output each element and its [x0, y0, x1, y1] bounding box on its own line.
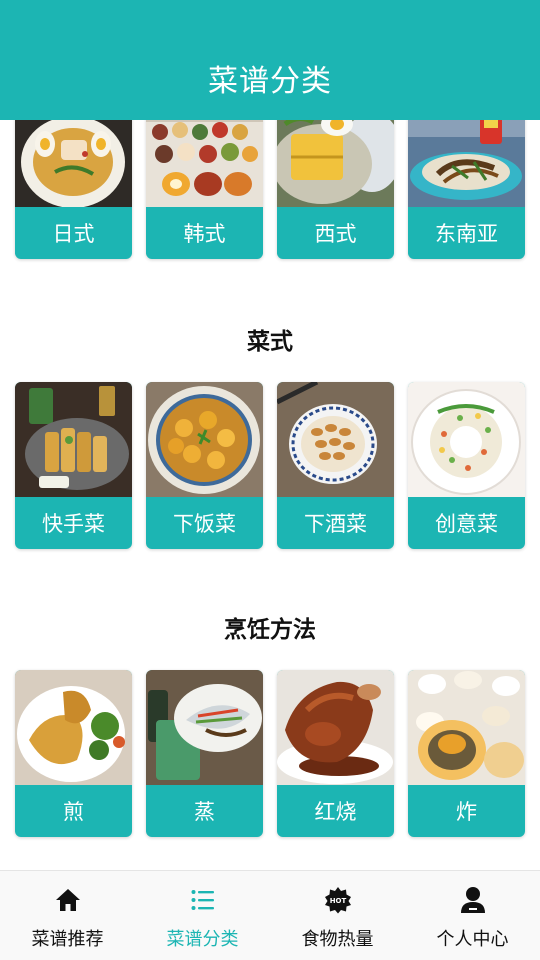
home-icon: [53, 885, 83, 915]
category-card-label: 下饭菜: [173, 512, 236, 536]
category-card-label: 韩式: [183, 222, 226, 246]
category-card-label: 蒸: [194, 800, 215, 824]
quick-dish-photo: [15, 382, 132, 497]
tab-label: 菜谱分类: [166, 929, 239, 950]
category-card-rice-dish[interactable]: 下饭菜: [146, 382, 263, 549]
tab-recipe-recommend[interactable]: 菜谱推荐: [0, 871, 135, 960]
category-card-label: 炸: [456, 800, 477, 824]
tab-label: 食物热量: [301, 929, 374, 950]
creative-dish-photo: [408, 382, 525, 497]
svg-text:HOT: HOT: [329, 897, 346, 905]
category-card-deep-fried[interactable]: 炸: [408, 670, 525, 837]
tab-recipe-category[interactable]: 菜谱分类: [135, 871, 270, 960]
category-card-wine-dish[interactable]: 下酒菜: [277, 382, 394, 549]
pan-fried-photo: [15, 670, 132, 785]
braised-photo: [277, 670, 394, 785]
category-card-label: 创意菜: [435, 512, 498, 536]
tab-label: 菜谱推荐: [31, 929, 104, 950]
hot-badge-icon: HOT: [323, 885, 353, 915]
cooking-method-grid: 煎 蒸 红烧 炸: [15, 670, 525, 837]
category-card-steamed[interactable]: 蒸: [146, 670, 263, 837]
page-title: 菜谱分类: [208, 64, 332, 99]
bottom-tab-bar: 菜谱推荐 菜谱分类 HOT 食物热量 个人中心: [0, 870, 540, 960]
tab-food-calories[interactable]: HOT 食物热量: [270, 871, 405, 960]
category-content: 日式 韩式 西式 东南亚 菜式 快手菜 下饭菜 下酒菜 创意菜 烹饪方法 煎 蒸…: [0, 0, 540, 870]
section-title-dish-style: 菜式: [247, 329, 293, 355]
rice-dish-photo: [146, 382, 263, 497]
wine-dish-photo: [277, 382, 394, 497]
list-icon: [188, 885, 218, 915]
category-card-label: 快手菜: [42, 512, 105, 536]
deep-fried-photo: [408, 670, 525, 785]
category-card-label: 下酒菜: [304, 512, 367, 536]
category-card-label: 煎: [63, 800, 84, 824]
category-card-pan-fried[interactable]: 煎: [15, 670, 132, 837]
steamed-photo: [146, 670, 263, 785]
page-header: 菜谱分类: [0, 0, 540, 120]
tab-personal-center[interactable]: 个人中心: [405, 871, 540, 960]
tab-label: 个人中心: [436, 929, 509, 950]
section-title-cooking-method: 烹饪方法: [224, 617, 316, 643]
category-card-label: 红烧: [314, 800, 357, 824]
category-card-label: 日式: [52, 222, 95, 246]
category-card-quick[interactable]: 快手菜: [15, 382, 132, 549]
category-card-creative[interactable]: 创意菜: [408, 382, 525, 549]
category-card-braised[interactable]: 红烧: [277, 670, 394, 837]
user-icon: [458, 885, 488, 915]
category-card-label: 东南亚: [435, 222, 498, 246]
dish-style-grid: 快手菜 下饭菜 下酒菜 创意菜: [15, 382, 525, 549]
category-card-label: 西式: [314, 222, 357, 246]
